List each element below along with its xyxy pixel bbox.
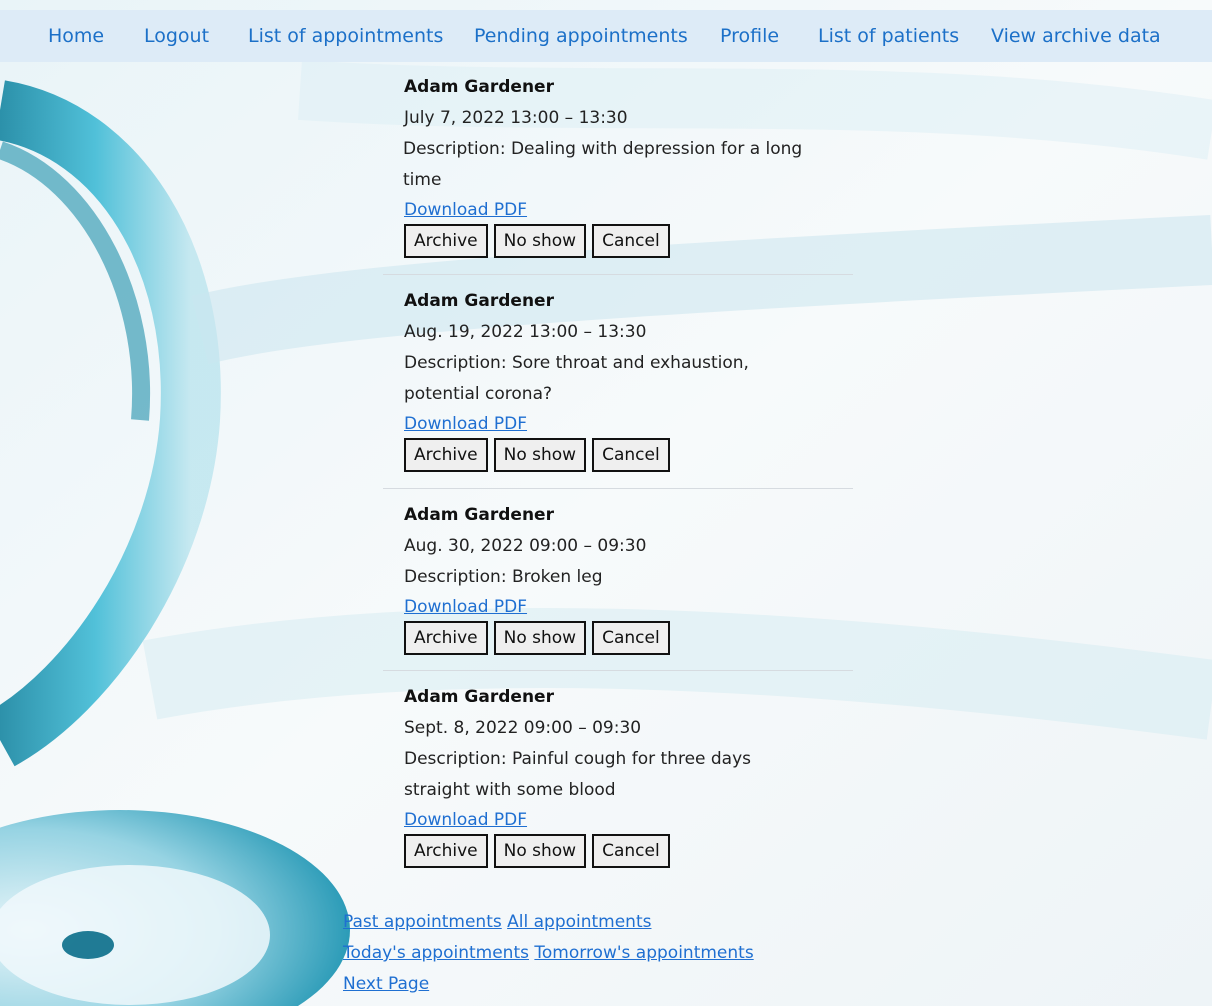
- appointment-card: Adam Gardener July 7, 2022 13:00 – 13:30…: [383, 72, 853, 275]
- patient-name: Adam Gardener: [404, 505, 554, 525]
- appointment-description: Description: Dealing with depression for…: [403, 139, 803, 190]
- appointment-description: Description: Painful cough for three day…: [404, 749, 752, 800]
- next-page-link[interactable]: Next Page: [343, 974, 429, 994]
- appointment-datetime: Aug. 30, 2022 09:00 – 09:30: [404, 536, 647, 556]
- archive-button[interactable]: Archive: [404, 224, 488, 258]
- todays-appointments-link[interactable]: Today's appointments: [343, 943, 529, 963]
- appointment-datetime: July 7, 2022 13:00 – 13:30: [404, 108, 628, 128]
- patient-name: Adam Gardener: [404, 291, 554, 311]
- appointment-actions: Archive No show Cancel: [404, 438, 853, 474]
- appointment-filter-links: Past appointments All appointments Today…: [343, 907, 754, 1000]
- appointment-card: Adam Gardener Aug. 19, 2022 13:00 – 13:3…: [383, 286, 853, 489]
- tomorrows-appointments-link[interactable]: Tomorrow's appointments: [534, 943, 753, 963]
- appointment-datetime: Sept. 8, 2022 09:00 – 09:30: [404, 718, 642, 738]
- appointment-actions: Archive No show Cancel: [404, 224, 853, 260]
- appointment-description: Description: Sore throat and exhaustion,…: [404, 353, 749, 404]
- no-show-button[interactable]: No show: [493, 438, 587, 472]
- past-appointments-link[interactable]: Past appointments: [343, 912, 502, 932]
- patient-name: Adam Gardener: [404, 77, 554, 97]
- appointment-card: Adam Gardener Sept. 8, 2022 09:00 – 09:3…: [383, 682, 853, 878]
- archive-button[interactable]: Archive: [404, 621, 488, 655]
- appointments-list: Adam Gardener July 7, 2022 13:00 – 13:30…: [0, 0, 1212, 1006]
- no-show-button[interactable]: No show: [493, 621, 587, 655]
- appointment-actions: Archive No show Cancel: [404, 834, 853, 870]
- patient-name: Adam Gardener: [404, 687, 554, 707]
- appointment-actions: Archive No show Cancel: [404, 621, 853, 657]
- archive-button[interactable]: Archive: [404, 834, 488, 868]
- download-pdf-link[interactable]: Download PDF: [404, 196, 527, 224]
- appointment-description: Description: Broken leg: [404, 567, 603, 587]
- download-pdf-link[interactable]: Download PDF: [404, 806, 527, 834]
- download-pdf-link[interactable]: Download PDF: [404, 410, 527, 438]
- no-show-button[interactable]: No show: [493, 834, 587, 868]
- download-pdf-link[interactable]: Download PDF: [404, 593, 527, 621]
- cancel-button[interactable]: Cancel: [592, 224, 670, 258]
- cancel-button[interactable]: Cancel: [592, 438, 670, 472]
- no-show-button[interactable]: No show: [493, 224, 587, 258]
- archive-button[interactable]: Archive: [404, 438, 488, 472]
- cancel-button[interactable]: Cancel: [592, 834, 670, 868]
- all-appointments-link[interactable]: All appointments: [507, 912, 651, 932]
- appointment-datetime: Aug. 19, 2022 13:00 – 13:30: [404, 322, 647, 342]
- cancel-button[interactable]: Cancel: [592, 621, 670, 655]
- appointment-card: Adam Gardener Aug. 30, 2022 09:00 – 09:3…: [383, 500, 853, 671]
